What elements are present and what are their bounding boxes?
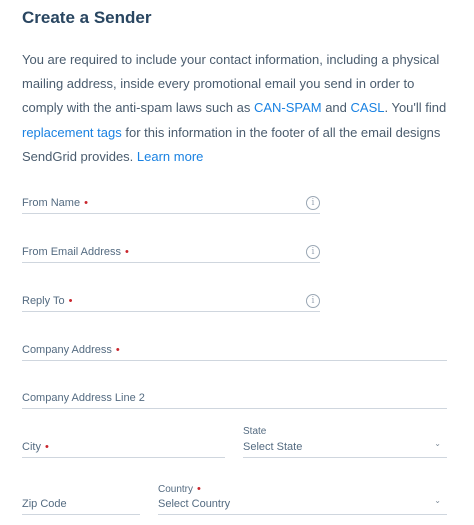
company-address-2-field[interactable]: Company Address Line 2 [22, 387, 447, 409]
from-email-field[interactable]: From Email Address • i [22, 241, 320, 263]
info-icon[interactable]: i [306, 245, 320, 259]
zip-code-field[interactable]: Zip Code [22, 493, 140, 515]
intro-paragraph: You are required to include your contact… [22, 48, 452, 169]
city-field[interactable]: City • [22, 436, 225, 458]
field-underline [158, 514, 447, 515]
company-address-2-label: Company Address Line 2 [22, 392, 145, 404]
field-underline [22, 262, 320, 263]
field-underline [22, 213, 320, 214]
required-marker: • [115, 344, 120, 356]
from-name-label-wrap: From Name • [22, 197, 88, 209]
required-marker: • [68, 295, 73, 307]
can-spam-link[interactable]: CAN-SPAM [254, 100, 322, 115]
field-underline [22, 514, 140, 515]
company-address-label-wrap: Company Address • [22, 344, 120, 356]
from-name-label: From Name [22, 197, 81, 209]
company-address-field[interactable]: Company Address • [22, 339, 447, 361]
state-selected-value: Select State [243, 441, 303, 453]
required-marker: • [125, 246, 129, 258]
casl-link[interactable]: CASL [351, 100, 385, 115]
info-icon[interactable]: i [306, 196, 320, 210]
reply-to-label-wrap: Reply To • [22, 295, 72, 307]
required-marker: • [84, 197, 88, 209]
from-email-label: From Email Address [22, 246, 122, 258]
company-address-label: Company Address [22, 344, 112, 356]
reply-to-label: Reply To [22, 295, 65, 307]
country-select[interactable]: Select Country ⌄ [158, 493, 447, 515]
country-selected-value: Select Country [158, 498, 231, 510]
replacement-tags-link[interactable]: replacement tags [22, 125, 122, 140]
field-underline [22, 457, 225, 458]
intro-text-3: . You'll find [384, 100, 447, 116]
chevron-down-icon: ⌄ [434, 496, 441, 505]
page-title: Create a Sender [22, 8, 152, 27]
chevron-down-icon: ⌄ [434, 439, 441, 448]
required-marker: • [44, 441, 49, 453]
zip-code-label: Zip Code [22, 498, 67, 510]
city-label-wrap: City • [22, 441, 49, 453]
from-name-field[interactable]: From Name • i [22, 192, 320, 214]
from-email-label-wrap: From Email Address • [22, 246, 129, 258]
state-select[interactable]: Select State ⌄ [243, 436, 447, 458]
intro-text-2: and [321, 100, 351, 116]
city-label: City [22, 441, 41, 453]
field-underline [22, 311, 320, 312]
field-underline [22, 360, 447, 361]
learn-more-link[interactable]: Learn more [137, 149, 203, 164]
info-icon[interactable]: i [306, 294, 320, 308]
field-underline [243, 457, 447, 458]
reply-to-field[interactable]: Reply To • i [22, 290, 320, 312]
field-underline [22, 408, 447, 409]
